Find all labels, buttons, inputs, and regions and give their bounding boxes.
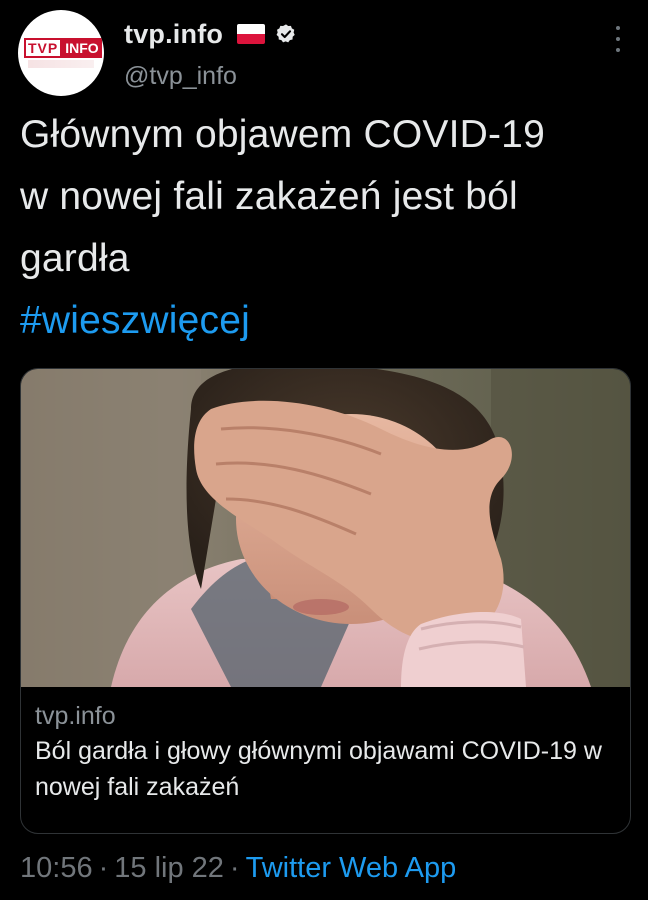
tweet-footer: 10:56 · 15 lip 22 · Twitter Web App — [20, 852, 456, 885]
card-title: Ból gardła i głowy głównymi objawami COV… — [35, 737, 602, 801]
tweet-header: TVP INFO tvp.info @tvp_info — [18, 10, 630, 100]
verified-badge-icon — [276, 24, 295, 43]
separator-dot: · — [229, 852, 240, 884]
author-handle[interactable]: @tvp_info — [124, 62, 237, 91]
separator-dot: · — [98, 852, 109, 884]
avatar[interactable]: TVP INFO — [18, 10, 104, 96]
card-image — [21, 369, 630, 687]
tweet-text-line: gardła — [20, 237, 130, 280]
tweet-text: Głównym objawem COVID-19 w nowej fali za… — [20, 104, 632, 352]
poland-flag-icon — [237, 24, 266, 44]
author-display-name[interactable]: tvp.info — [124, 19, 223, 50]
tweet-date[interactable]: 15 lip 22 — [114, 852, 224, 884]
logo-info-text: INFO — [62, 38, 102, 58]
author-name-row: tvp.info — [124, 16, 297, 52]
tweet-text-line: Głównym objawem COVID-19 — [20, 113, 545, 156]
hashtag-link[interactable]: #wieszwięcej — [20, 290, 632, 352]
tvp-info-logo: TVP INFO — [24, 38, 102, 58]
tweet-source[interactable]: Twitter Web App — [246, 852, 457, 884]
card-domain: tvp.info — [35, 702, 116, 730]
link-preview-card[interactable]: tvp.info Ból gardła i głowy głównymi obj… — [20, 368, 631, 834]
logo-tvp-text: TVP — [24, 38, 63, 58]
logo-reflection — [28, 60, 94, 68]
card-meta: tvp.info Ból gardła i głowy głównymi obj… — [35, 699, 615, 805]
tweet-time[interactable]: 10:56 — [20, 852, 93, 884]
more-options-icon[interactable] — [614, 26, 622, 52]
tweet-text-line: w nowej fali zakażeń jest ból — [20, 175, 518, 218]
